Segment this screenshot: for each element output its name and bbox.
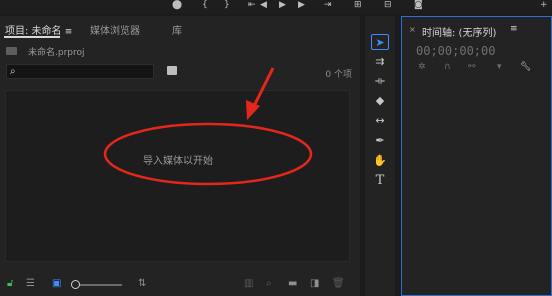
settings-wrench-icon[interactable]: 🔧︎ — [520, 62, 531, 72]
tab-libraries[interactable]: 库 — [172, 22, 182, 37]
timeline-timecode[interactable]: 00;00;00;00 — [416, 44, 495, 58]
folder-icon — [6, 47, 17, 55]
tools-panel: ➤ ⇉ ⟛ ◆ ↔ ✒ ✋ T — [365, 16, 395, 296]
marker-icon[interactable]: ⬤ — [172, 0, 182, 10]
play-icon[interactable]: ▶ — [279, 0, 286, 10]
zoom-slider-handle[interactable] — [71, 280, 80, 289]
transport-toolbar: ⬤ { } ⇤ ◀ ▶ ▶ ⇥ ⊞ ⊟ ◙ + — [0, 0, 552, 14]
new-item-icon[interactable]: ◨ — [310, 278, 319, 290]
linked-selection-icon[interactable]: ⚯ — [468, 62, 476, 72]
go-to-in-icon[interactable]: ⇤ — [248, 0, 256, 10]
add-button-icon[interactable]: + — [540, 0, 548, 10]
search-icon: ⌕ — [10, 66, 16, 77]
step-forward-icon[interactable]: ▶ — [298, 0, 305, 10]
project-file-row: 未命名.prproj — [0, 42, 360, 60]
nest-icon[interactable]: ✲ — [418, 62, 426, 72]
step-back-icon[interactable]: ◀ — [260, 0, 267, 10]
timeline-menu-icon[interactable]: ≡ — [510, 24, 518, 34]
snap-icon[interactable]: ∩ — [444, 62, 451, 72]
search-input[interactable]: ⌕ — [6, 64, 154, 79]
track-select-tool-icon[interactable]: ⇉ — [371, 54, 389, 70]
zoom-slider-track[interactable] — [74, 284, 122, 286]
project-panel-tabs: 项目: 未命名 ≡ 媒体浏览器 库 — [0, 16, 360, 40]
filter-bin-icon[interactable] — [167, 66, 177, 75]
in-point-icon[interactable]: { — [202, 0, 208, 10]
timeline-title[interactable]: 时间轴: (无序列) — [422, 24, 496, 39]
active-tab-indicator — [4, 36, 60, 38]
slip-tool-icon[interactable]: ↔ — [371, 113, 389, 129]
icon-view-icon[interactable]: ▣ — [52, 278, 61, 290]
insert-icon[interactable]: ⊞ — [354, 0, 362, 10]
import-media-hint: 导入媒体以开始 — [143, 156, 213, 167]
clear-icon[interactable]: 🗑︎ — [332, 278, 345, 290]
project-bottom-toolbar: 🔓︎ ☰ ▣ ⇅ ▥ ⌕ ▬ ◨ 🗑︎ — [0, 272, 360, 296]
lock-icon[interactable]: 🔓︎ — [7, 278, 13, 290]
list-view-icon[interactable]: ☰ — [26, 278, 35, 290]
automate-to-sequence-icon[interactable]: ▥ — [244, 278, 253, 290]
selection-tool-icon[interactable]: ➤ — [371, 34, 389, 50]
out-point-icon[interactable]: } — [224, 0, 230, 10]
project-file-name: 未命名.prproj — [28, 48, 85, 58]
tab-project[interactable]: 项目: 未命名 ≡ — [5, 22, 72, 37]
type-tool-icon[interactable]: T — [371, 173, 389, 189]
new-bin-icon[interactable]: ▬ — [288, 278, 297, 290]
hand-tool-icon[interactable]: ✋ — [371, 153, 389, 169]
pen-tool-icon[interactable]: ✒ — [371, 133, 389, 149]
sort-icon[interactable]: ⇅ — [138, 278, 146, 290]
media-bin-area[interactable] — [5, 90, 350, 262]
go-to-out-icon[interactable]: ⇥ — [324, 0, 332, 10]
ripple-edit-tool-icon[interactable]: ⟛ — [371, 73, 389, 89]
overwrite-icon[interactable]: ⊟ — [384, 0, 392, 10]
close-icon[interactable]: × — [409, 25, 416, 34]
find-icon[interactable]: ⌕ — [266, 278, 272, 290]
export-frame-icon[interactable]: ◙ — [414, 0, 423, 10]
add-marker-icon[interactable]: ▾ — [497, 62, 502, 72]
panel-menu-icon[interactable]: ≡ — [65, 27, 73, 37]
razor-tool-icon[interactable]: ◆ — [371, 93, 389, 109]
item-count: 0 个项 — [325, 70, 352, 80]
timeline-panel: × 时间轴: (无序列) ≡ 00;00;00;00 ✲ ∩ ⚯ ▾ 🔧︎ — [401, 16, 552, 296]
tab-media-browser[interactable]: 媒体浏览器 — [90, 22, 140, 37]
